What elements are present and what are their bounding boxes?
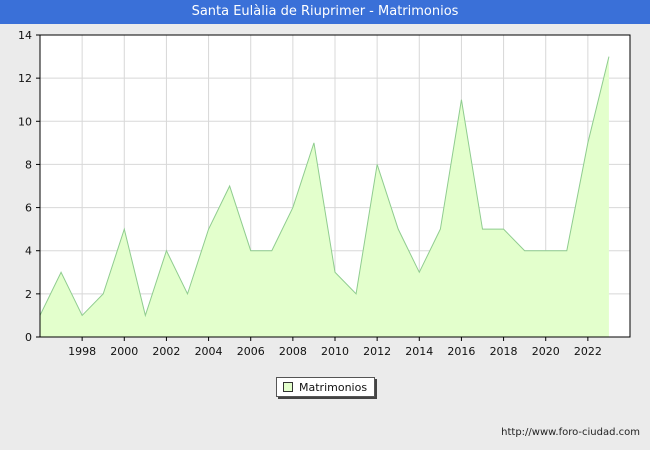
y-tick-label: 0 bbox=[25, 331, 32, 344]
data-point bbox=[102, 293, 104, 295]
data-point bbox=[545, 250, 547, 252]
x-tick-label: 2000 bbox=[110, 345, 138, 358]
x-tick-label: 2004 bbox=[195, 345, 223, 358]
y-tick-label: 4 bbox=[25, 245, 32, 258]
data-point bbox=[481, 228, 483, 230]
data-point bbox=[292, 206, 294, 208]
y-tick-label: 14 bbox=[18, 29, 32, 42]
y-tick-label: 8 bbox=[25, 158, 32, 171]
data-point bbox=[334, 271, 336, 273]
legend: Matrimonios bbox=[276, 377, 375, 397]
x-tick-label: 1998 bbox=[68, 345, 96, 358]
x-tick-label: 2006 bbox=[237, 345, 265, 358]
data-point bbox=[523, 250, 525, 252]
data-point bbox=[439, 228, 441, 230]
data-point bbox=[313, 142, 315, 144]
data-point bbox=[123, 228, 125, 230]
data-point bbox=[502, 228, 504, 230]
legend-swatch bbox=[283, 382, 293, 392]
data-point bbox=[587, 142, 589, 144]
x-tick-label: 2014 bbox=[405, 345, 433, 358]
x-tick-label: 2008 bbox=[279, 345, 307, 358]
x-tick-label: 2016 bbox=[447, 345, 475, 358]
data-point bbox=[355, 293, 357, 295]
data-point bbox=[144, 314, 146, 316]
legend-label: Matrimonios bbox=[299, 380, 368, 394]
data-point bbox=[186, 293, 188, 295]
y-tick-label: 2 bbox=[25, 288, 32, 301]
data-point bbox=[418, 271, 420, 273]
data-point bbox=[250, 250, 252, 252]
y-tick-label: 6 bbox=[25, 202, 32, 215]
data-point bbox=[207, 228, 209, 230]
source-link[interactable]: http://www.foro-ciudad.com bbox=[501, 427, 640, 438]
x-tick-label: 2018 bbox=[490, 345, 518, 358]
x-tick-label: 2010 bbox=[321, 345, 349, 358]
data-point bbox=[566, 250, 568, 252]
y-tick-label: 10 bbox=[18, 115, 32, 128]
data-point bbox=[376, 163, 378, 165]
data-point bbox=[608, 55, 610, 57]
x-tick-label: 2020 bbox=[532, 345, 560, 358]
y-tick-label: 12 bbox=[18, 72, 32, 85]
data-point bbox=[271, 250, 273, 252]
data-point bbox=[460, 99, 462, 101]
data-point bbox=[60, 271, 62, 273]
x-tick-label: 2012 bbox=[363, 345, 391, 358]
data-point bbox=[397, 228, 399, 230]
data-point bbox=[165, 250, 167, 252]
data-point bbox=[228, 185, 230, 187]
x-tick-label: 2022 bbox=[574, 345, 602, 358]
x-tick-label: 2002 bbox=[152, 345, 180, 358]
data-point bbox=[81, 314, 83, 316]
